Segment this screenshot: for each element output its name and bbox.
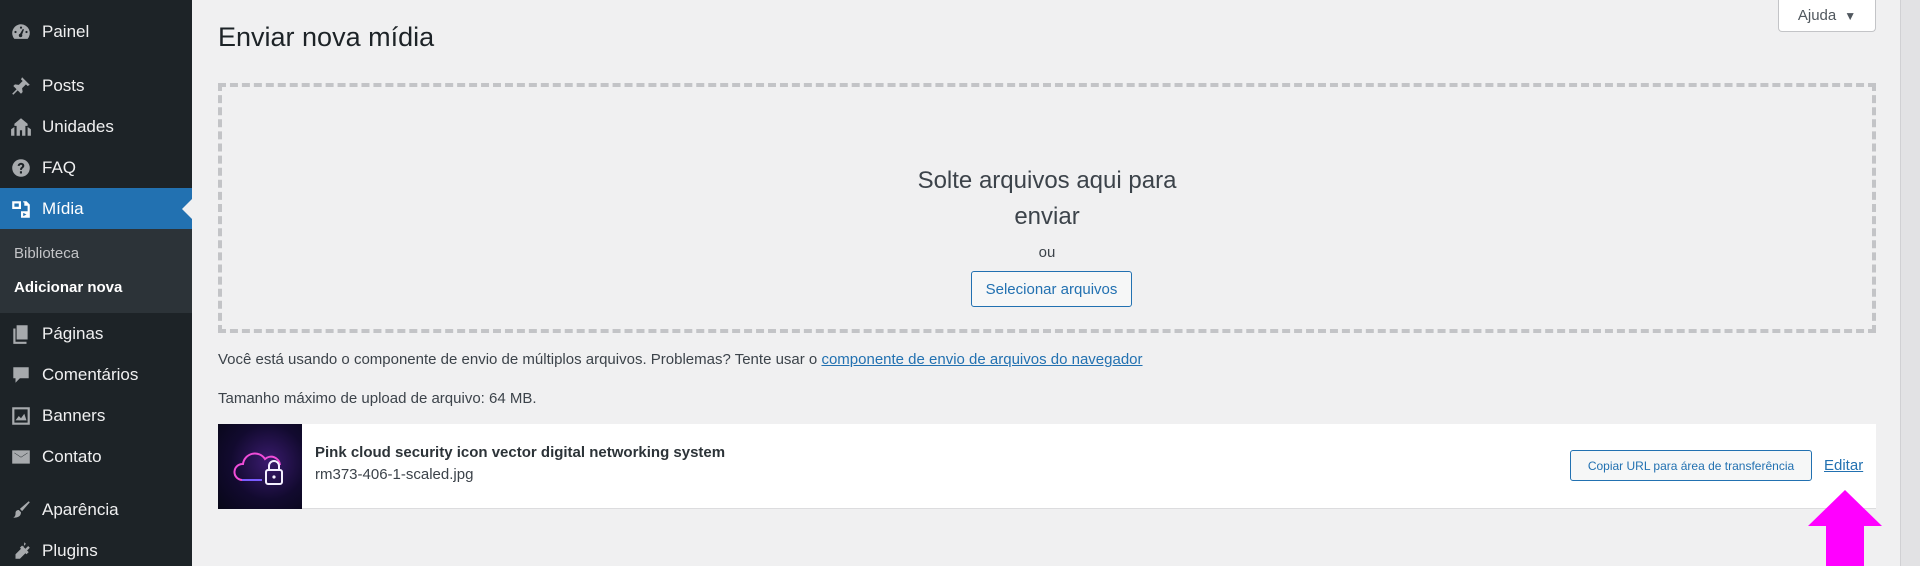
image-gallery-icon	[0, 405, 42, 427]
sidebar-item-aparencia[interactable]: Aparência	[0, 489, 192, 530]
sidebar-item-label: Mídia	[42, 198, 84, 218]
dashboard-icon	[0, 21, 42, 43]
sidebar-item-comentarios[interactable]: Comentários	[0, 354, 192, 395]
sidebar-item-label: Posts	[42, 75, 85, 95]
media-icon	[0, 198, 42, 220]
drop-zone-or-label: ou	[1038, 244, 1056, 261]
multi-uploader-note: Você está usando o componente de envio d…	[218, 351, 1143, 368]
sidebar-item-banners[interactable]: Banners	[0, 395, 192, 436]
upload-drop-zone[interactable]: Solte arquivos aqui para enviar ou Selec…	[218, 83, 1876, 333]
sidebar-item-posts[interactable]: Posts	[0, 65, 192, 106]
sidebar-item-label: Plugins	[42, 540, 98, 560]
sidebar-item-plugins[interactable]: Plugins	[0, 530, 192, 566]
sidebar-item-paginas[interactable]: Páginas	[0, 313, 192, 354]
sidebar-item-painel[interactable]: Painel	[0, 11, 192, 52]
sidebar-item-label: Comentários	[42, 364, 139, 384]
max-upload-size: Tamanho máximo de upload de arquivo: 64 …	[218, 390, 537, 407]
question-icon	[0, 157, 42, 179]
drop-zone-title: Solte arquivos aqui para enviar	[917, 167, 1177, 230]
page-title: Enviar nova mídia	[218, 22, 435, 52]
pages-icon	[0, 323, 42, 345]
sidebar-item-label: Banners	[42, 405, 106, 425]
comment-icon	[0, 364, 42, 386]
help-label: Ajuda	[1797, 7, 1837, 24]
media-title: Pink cloud security icon vector digital …	[315, 444, 726, 461]
sidebar-item-label: Aparência	[42, 499, 119, 519]
buildings-icon	[0, 116, 42, 138]
media-filename: rm373-406-1-scaled.jpg	[315, 466, 474, 483]
sidebar-item-contato[interactable]: Contato	[0, 436, 192, 477]
browser-uploader-link[interactable]: componente de envio de arquivos do naveg…	[821, 351, 1142, 368]
media-thumbnail	[218, 424, 302, 509]
sidebar-item-label: Unidades	[42, 116, 114, 136]
sidebar-item-label: Painel	[42, 21, 90, 41]
uploaded-media-item: Pink cloud security icon vector digital …	[218, 424, 1876, 509]
select-files-button[interactable]: Selecionar arquivos	[971, 271, 1132, 307]
sidebar-item-label: Contato	[42, 446, 102, 466]
submenu-item-biblioteca[interactable]: Biblioteca	[14, 245, 79, 262]
page-scrollbar[interactable]	[1900, 0, 1920, 566]
plug-icon	[0, 540, 42, 562]
envelope-icon	[0, 446, 42, 468]
sidebar-item-label: Páginas	[42, 323, 104, 343]
sidebar-item-midia[interactable]: Mídia	[0, 188, 192, 229]
sidebar-item-faq[interactable]: FAQ	[0, 147, 192, 188]
admin-sidebar: Painel Posts Unidades FAQ Mídia Bibliote…	[0, 0, 192, 566]
submenu-item-adicionar-nova[interactable]: Adicionar nova	[14, 279, 122, 296]
multi-uploader-note-text: Você está usando o componente de envio d…	[218, 351, 818, 368]
annotation-arrow-icon	[1808, 490, 1882, 566]
sidebar-item-label: FAQ	[42, 157, 77, 177]
pin-icon	[0, 75, 42, 97]
sidebar-item-unidades[interactable]: Unidades	[0, 106, 192, 147]
copy-url-button[interactable]: Copiar URL para área de transferência	[1570, 450, 1812, 481]
cloud-lock-icon	[233, 452, 283, 485]
media-submenu: Biblioteca Adicionar nova	[0, 229, 192, 313]
help-tab-button[interactable]: Ajuda ▼	[1778, 0, 1876, 32]
edit-link[interactable]: Editar	[1824, 457, 1863, 474]
brush-icon	[0, 499, 42, 521]
caret-down-icon: ▼	[1844, 8, 1857, 23]
